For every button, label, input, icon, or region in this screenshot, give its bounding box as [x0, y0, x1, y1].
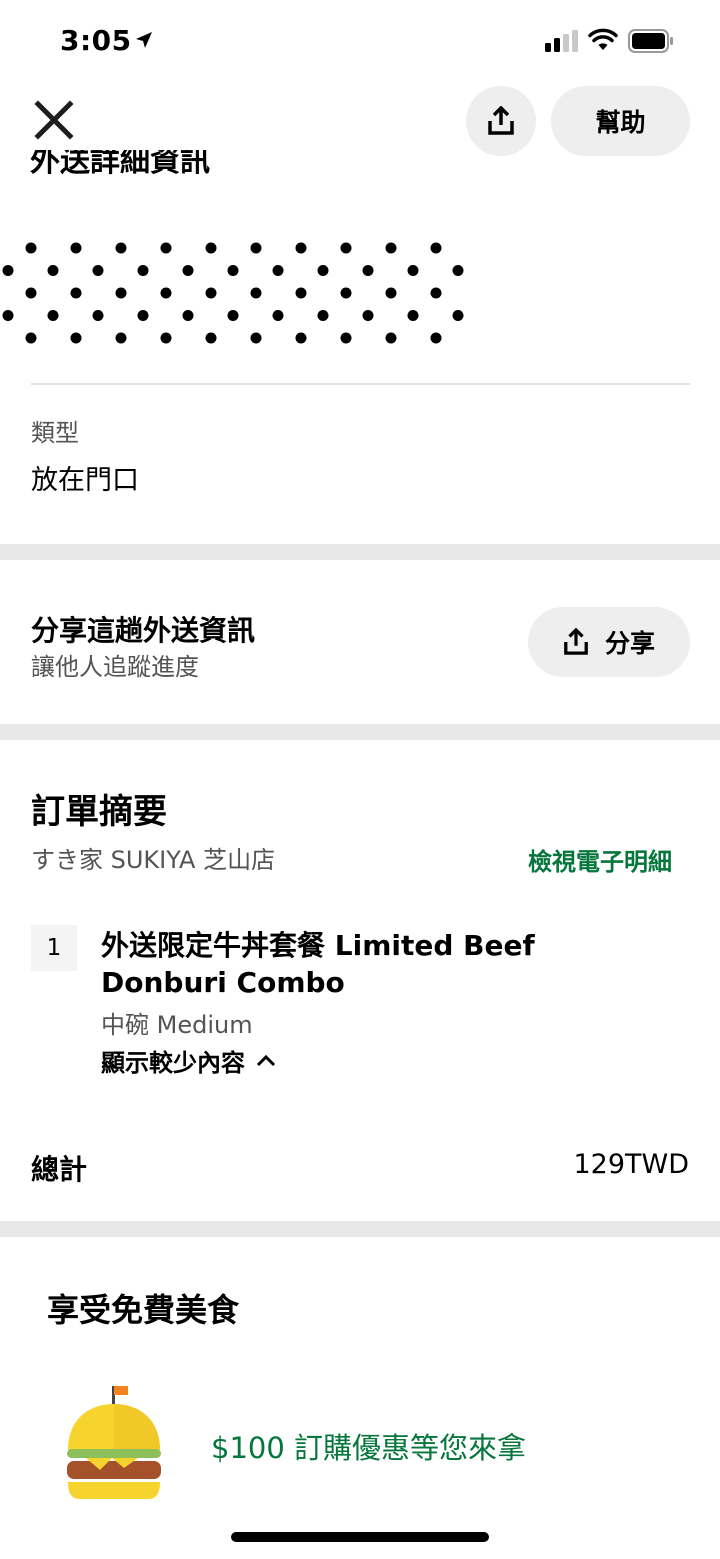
promo-offer-link[interactable]: $100 訂購優惠等您來拿: [211, 1425, 526, 1467]
order-summary-heading: 訂單摘要: [31, 792, 167, 832]
battery-icon: [628, 29, 673, 53]
pattern-dot: [250, 242, 262, 254]
pattern-dot: [430, 332, 442, 344]
section-separator: [0, 1221, 720, 1237]
share-icon: [488, 106, 514, 135]
pattern-dot: [385, 287, 397, 299]
pattern-dot: [430, 287, 442, 299]
pattern-dot: [2, 310, 14, 321]
share-icon: [564, 628, 588, 655]
pattern-dot: [250, 332, 262, 344]
pattern-dot: [430, 242, 442, 254]
close-icon[interactable]: [30, 96, 78, 144]
pattern-dot: [452, 310, 464, 321]
pattern-dot: [160, 332, 172, 344]
section-separator: [0, 724, 720, 740]
help-button[interactable]: 幫助: [551, 86, 690, 156]
share-section-title: 分享這趟外送資訊: [31, 614, 256, 647]
chevron-up-icon: [256, 1054, 276, 1066]
pattern-dot: [92, 265, 104, 276]
page-title-container: 外送詳細資訊: [30, 150, 530, 187]
pattern-dot: [2, 265, 14, 276]
header-share-button[interactable]: [466, 86, 536, 156]
pattern-dot: [115, 242, 127, 254]
page-title: 外送詳細資訊: [30, 150, 210, 179]
pattern-dot: [227, 265, 239, 276]
pattern-dot: [407, 310, 419, 321]
pattern-dot: [70, 332, 82, 344]
pattern-dot: [340, 242, 352, 254]
pattern-dot: [227, 310, 239, 321]
status-time: 3:05: [60, 24, 132, 57]
share-button[interactable]: 分享: [528, 607, 690, 677]
pattern-dot: [340, 287, 352, 299]
pattern-dot: [160, 287, 172, 299]
pattern-dot: [115, 287, 127, 299]
pattern-dot: [362, 310, 374, 321]
pattern-dot: [385, 332, 397, 344]
pattern-dot: [317, 265, 329, 276]
pattern-dot: [137, 265, 149, 276]
total-value: 129TWD: [573, 1149, 689, 1180]
pattern-dot: [25, 287, 37, 299]
pattern-dot: [250, 287, 262, 299]
store-name: すき家 SUKIYA 芝山店: [31, 846, 276, 874]
pattern-dot: [205, 332, 217, 344]
pattern-dot: [452, 265, 464, 276]
pattern-dot: [182, 265, 194, 276]
pattern-dot: [160, 242, 172, 254]
delivery-type-value: 放在門口: [31, 465, 139, 496]
total-label: 總計: [31, 1153, 88, 1186]
burger-icon: [67, 1386, 161, 1499]
item-variant: 中碗 Medium: [101, 1011, 253, 1039]
pattern-dot: [137, 310, 149, 321]
cellular-signal-icon: [545, 30, 578, 52]
pattern-dot: [295, 287, 307, 299]
pattern-dot: [205, 287, 217, 299]
pattern-dot: [25, 242, 37, 254]
pattern-dot: [385, 242, 397, 254]
wifi-icon: [588, 28, 618, 50]
pattern-dot: [70, 287, 82, 299]
pattern-dot: [317, 310, 329, 321]
item-name: 外送限定牛丼套餐 Limited Beef Donburi Combo: [101, 929, 535, 999]
pattern-dot: [362, 265, 374, 276]
location-arrow-icon: [136, 32, 152, 48]
dot-pattern: [2, 242, 464, 344]
pattern-dot: [340, 332, 352, 344]
pattern-dot: [205, 242, 217, 254]
section-separator: [0, 544, 720, 560]
divider: [31, 383, 690, 385]
item-quantity: 1: [31, 925, 77, 971]
pattern-dot: [407, 265, 419, 276]
pattern-dot: [47, 265, 59, 276]
pattern-dot: [115, 332, 127, 344]
share-section-subtitle: 讓他人追蹤進度: [31, 653, 199, 681]
delivery-type-label: 類型: [31, 419, 79, 447]
pattern-dot: [295, 242, 307, 254]
share-button-label: 分享: [604, 629, 655, 658]
show-less-label: 顯示較少內容: [101, 1049, 245, 1077]
view-receipt-link[interactable]: 檢視電子明細: [528, 842, 672, 877]
pattern-dot: [25, 332, 37, 344]
home-indicator: [231, 1532, 489, 1542]
pattern-dot: [272, 310, 284, 321]
pattern-dot: [92, 310, 104, 321]
pattern-dot: [182, 310, 194, 321]
pattern-dot: [47, 310, 59, 321]
pattern-dot: [70, 242, 82, 254]
show-less-toggle[interactable]: 顯示較少內容: [101, 1043, 277, 1078]
pattern-dot: [272, 265, 284, 276]
pattern-dot: [295, 332, 307, 344]
promo-heading: 享受免費美食: [47, 1291, 240, 1329]
